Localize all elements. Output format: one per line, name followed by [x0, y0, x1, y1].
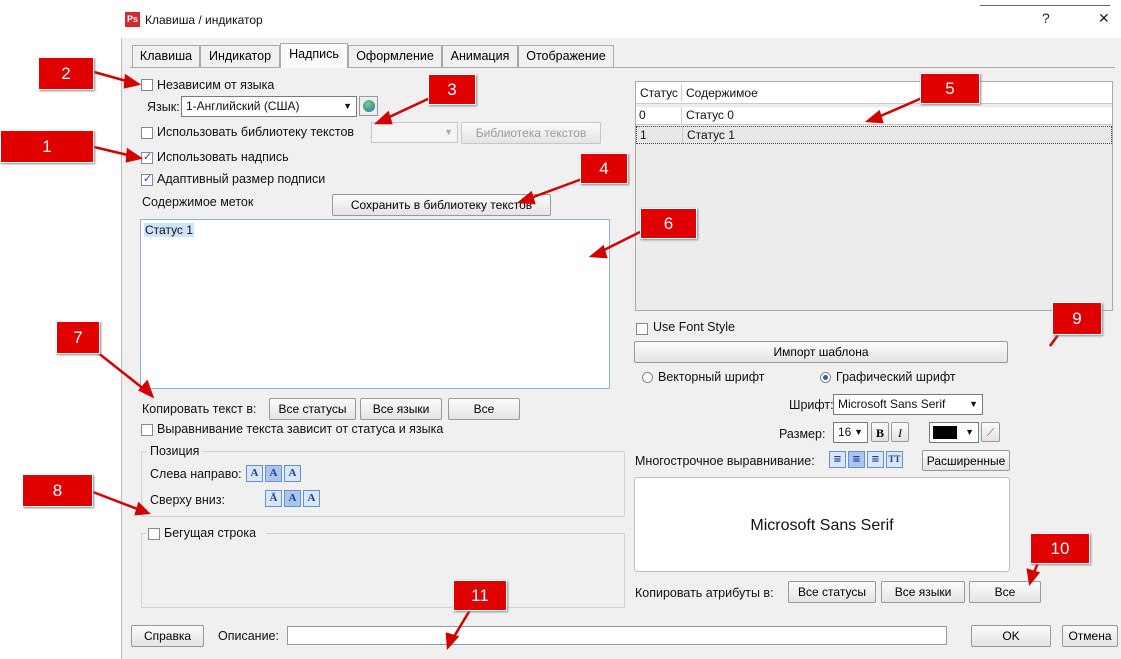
arrowhead-4 — [516, 190, 536, 205]
arrow-7 — [96, 351, 146, 391]
callout-9: 9 — [1052, 302, 1102, 335]
arrowhead-3 — [373, 110, 393, 125]
arrow-1 — [93, 145, 133, 158]
arrowhead-1 — [125, 147, 144, 163]
callout-6: 6 — [640, 208, 697, 239]
arrow-4 — [527, 177, 583, 201]
arrowhead-8 — [134, 501, 151, 516]
arrow-6 — [599, 230, 641, 254]
arrowhead-6 — [588, 244, 608, 259]
callout-5: 5 — [920, 73, 980, 104]
callout-1: 1 — [0, 130, 94, 163]
arrow-3 — [384, 96, 431, 121]
callout-3: 3 — [428, 74, 476, 105]
arrow-5 — [875, 96, 923, 120]
callout-7: 7 — [56, 321, 100, 354]
callout-2: 2 — [38, 57, 94, 90]
arrow-9 — [1048, 334, 1060, 347]
callout-8: 8 — [22, 474, 93, 507]
arrowhead-2 — [123, 73, 142, 89]
arrowhead-7 — [137, 379, 155, 399]
arrowhead-10 — [1026, 568, 1041, 587]
callout-10: 10 — [1030, 533, 1090, 564]
callout-11: 11 — [453, 580, 507, 611]
arrowhead-5 — [864, 109, 884, 124]
callout-4: 4 — [580, 153, 628, 184]
arrowhead-11 — [445, 632, 460, 651]
arrow-8 — [92, 490, 141, 512]
